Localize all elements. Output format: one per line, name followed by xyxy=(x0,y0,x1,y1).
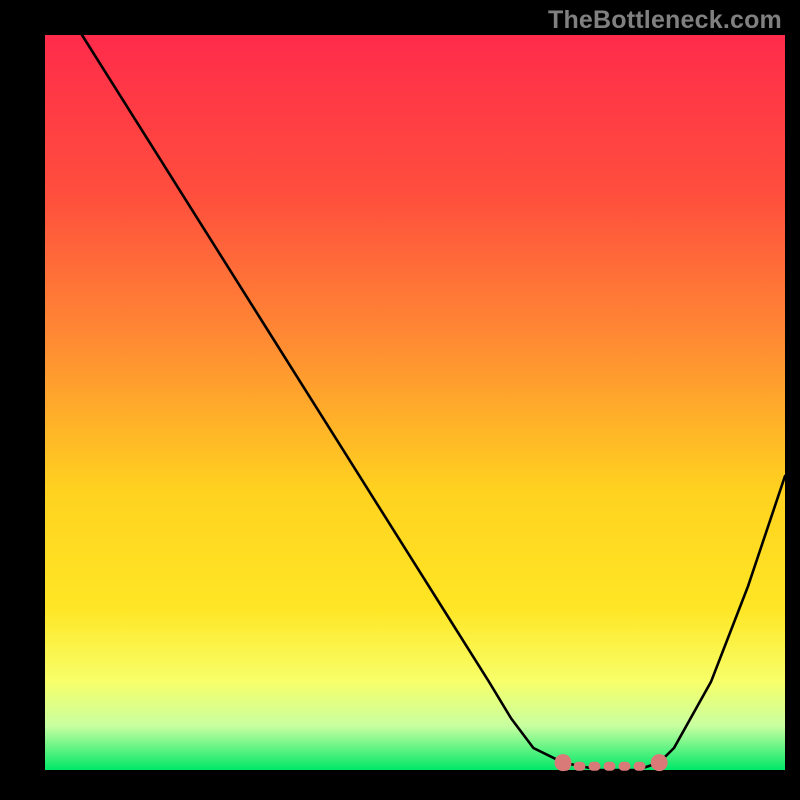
chart-svg xyxy=(0,0,800,800)
watermark-text: TheBottleneck.com xyxy=(548,6,782,35)
flat-start-marker xyxy=(555,754,572,771)
flat-end-marker xyxy=(651,754,668,771)
chart-frame: TheBottleneck.com xyxy=(0,0,800,800)
plot-background xyxy=(45,35,785,770)
